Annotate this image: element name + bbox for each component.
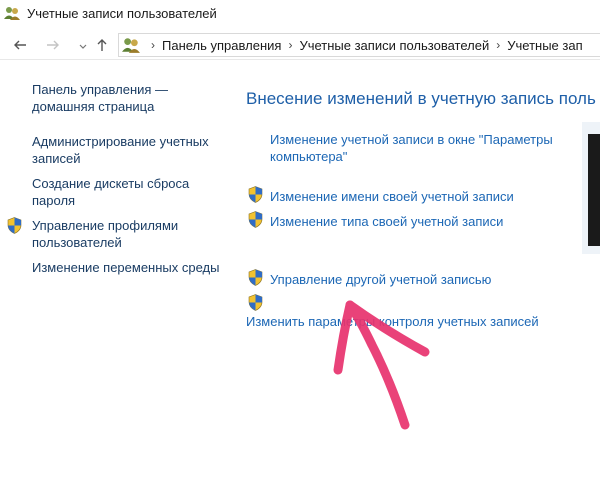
user-accounts-icon — [4, 7, 20, 20]
arrow-right-icon — [47, 40, 59, 50]
window-title: Учетные записи пользователей — [27, 6, 217, 21]
breadcrumb-control-panel[interactable]: Панель управления — [162, 38, 281, 53]
chevron-right-icon[interactable]: › — [288, 38, 292, 52]
uac-settings-link[interactable]: Изменить параметры контроля учетных запи… — [246, 313, 539, 330]
chevron-right-icon[interactable]: › — [151, 38, 155, 52]
pc-settings-account-link[interactable]: Изменение учетной записи в окне "Парамет… — [270, 131, 575, 165]
manage-profiles-link[interactable]: Управление профилями пользователей — [32, 217, 222, 251]
environment-variables-link[interactable]: Изменение переменных среды — [32, 259, 222, 276]
arrow-left-icon — [14, 40, 26, 50]
uac-shield-icon — [248, 269, 263, 286]
breadcrumb-user-accounts[interactable]: Учетные записи пользователей — [299, 38, 489, 53]
uac-shield-icon — [7, 217, 22, 234]
control-panel-home-link[interactable]: Панель управления — домашняя страница — [32, 81, 232, 115]
page-title: Внесение изменений в учетную запись поль — [246, 89, 596, 108]
breadcrumb-user-accounts-current[interactable]: Учетные зап — [507, 38, 582, 53]
password-reset-disk-link[interactable]: Создание дискеты сброса пароля — [32, 175, 222, 209]
up-button[interactable] — [92, 35, 112, 55]
admin-accounts-link[interactable]: Администрирование учетных записей — [32, 133, 232, 167]
address-bar[interactable]: › Панель управления › Учетные записи пол… — [118, 33, 600, 57]
user-avatar — [588, 134, 600, 246]
chevron-right-icon[interactable]: › — [496, 38, 500, 52]
title-bar: Учетные записи пользователей — [0, 0, 600, 30]
chevron-down-icon — [79, 44, 87, 49]
navigation-bar: › Панель управления › Учетные записи пол… — [0, 30, 600, 60]
change-account-type-link[interactable]: Изменение типа своей учетной записи — [270, 213, 503, 230]
uac-shield-icon — [248, 211, 263, 228]
manage-another-account-link[interactable]: Управление другой учетной записью — [270, 271, 491, 288]
change-account-name-link[interactable]: Изменение имени своей учетной записи — [270, 188, 514, 205]
forward-button[interactable] — [43, 35, 63, 55]
arrow-up-icon — [97, 39, 107, 51]
uac-shield-icon — [248, 186, 263, 203]
uac-shield-icon — [248, 294, 263, 311]
recent-locations-button[interactable] — [73, 37, 93, 57]
back-button[interactable] — [10, 35, 30, 55]
user-accounts-icon — [122, 38, 140, 53]
